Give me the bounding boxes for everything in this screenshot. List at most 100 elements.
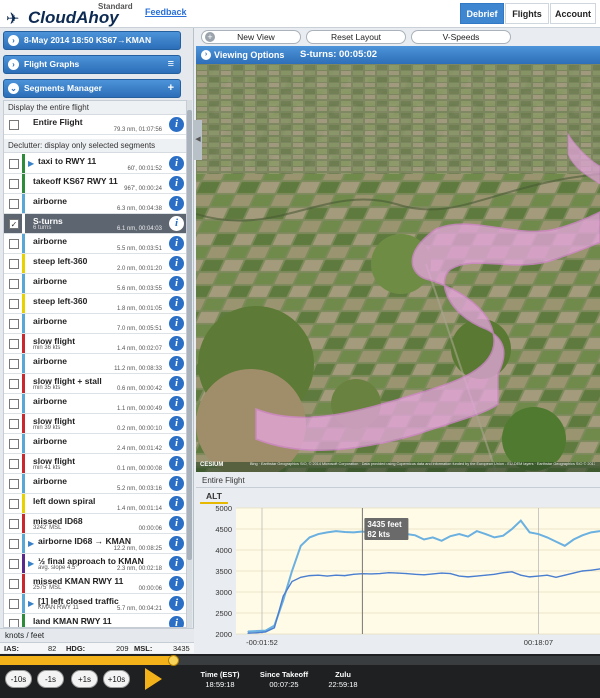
info-icon[interactable]: i (169, 316, 184, 331)
entire-flight-row[interactable]: Entire Flight 79.3 nm, 01:07:56 i (4, 115, 186, 135)
segment-row[interactable]: missed KMAN RWY 11 2575' MSL 00:00:06 i (4, 574, 186, 594)
segment-row[interactable]: ▶ ½ final approach to KMAN avg. slope 4.5°… (4, 554, 186, 574)
collapse-panel-handle[interactable]: ◀ (194, 120, 202, 160)
flight-selector-bar[interactable]: › 8-May 2014 18:50 KS67→KMAN (3, 31, 181, 50)
expand-arrow-icon[interactable]: ▶ (28, 559, 34, 568)
info-icon[interactable]: i (169, 156, 184, 171)
nav-debrief[interactable]: Debrief (460, 3, 504, 24)
segment-row[interactable]: takeoff KS67 RWY 11 967', 00:00:24 i (4, 174, 186, 194)
segment-row[interactable]: airborne 6.3 nm, 00:04:38 i (4, 194, 186, 214)
segment-checkbox[interactable] (9, 499, 19, 509)
reset-layout-button[interactable]: Reset Layout (306, 30, 406, 44)
back-10s-button[interactable]: -10s (5, 670, 32, 688)
info-icon[interactable]: i (169, 196, 184, 211)
segment-checkbox[interactable] (9, 279, 19, 289)
info-icon[interactable]: i (169, 396, 184, 411)
segment-checkbox[interactable] (9, 199, 19, 209)
info-icon[interactable]: i (169, 117, 184, 132)
segment-row[interactable]: airborne 11.2 nm, 00:08:33 i (4, 354, 186, 374)
segment-checkbox[interactable] (9, 259, 19, 269)
info-icon[interactable]: i (169, 176, 184, 191)
segment-row[interactable]: ▶ airborne ID68 → KMAN 12.2 nm, 00:08:25 i (4, 534, 186, 554)
segment-checkbox[interactable] (9, 159, 19, 169)
info-icon[interactable]: i (169, 576, 184, 591)
info-icon[interactable]: i (169, 256, 184, 271)
altitude-graph[interactable]: 2000 2500 3000 3500 4000 4500 5000 -00:01:52 00… (196, 504, 600, 656)
segment-row[interactable]: ✓ S-turns 6 turns 6.1 nm, 00:04:03 i (4, 214, 186, 234)
segment-checkbox[interactable] (9, 399, 19, 409)
segment-checkbox[interactable]: ✓ (9, 219, 19, 229)
segment-row[interactable]: slow flight min 36 kts 1.4 nm, 00:02:07 i (4, 334, 186, 354)
segment-row[interactable]: ▶ [1] left closed traffic KMAN RWY 11 5.7 n… (4, 594, 186, 614)
3d-flight-view[interactable] (196, 64, 600, 472)
cloudahoy-logo[interactable]: ✈ CloudAhoy Standard (6, 2, 156, 28)
segment-checkbox[interactable] (9, 619, 19, 627)
segment-checkbox[interactable] (9, 559, 19, 569)
segment-checkbox[interactable] (9, 359, 19, 369)
play-icon[interactable] (145, 668, 162, 690)
segment-row[interactable]: steep left-360 1.8 nm, 00:01:05 i (4, 294, 186, 314)
expand-arrow-icon[interactable]: ▶ (28, 159, 34, 168)
expand-arrow-icon[interactable]: ▶ (28, 539, 34, 548)
segment-row[interactable]: missed ID68 3242' MSL 00:00:06 i (4, 514, 186, 534)
menu-icon[interactable]: ≡ (168, 56, 174, 73)
segment-checkbox[interactable] (9, 419, 19, 429)
flight-graphs-bar[interactable]: › Flight Graphs ≡ (3, 55, 181, 74)
segment-row[interactable]: steep left-360 2.0 nm, 00:01:20 i (4, 254, 186, 274)
timeline-track[interactable] (0, 655, 600, 666)
segment-checkbox[interactable] (9, 120, 19, 130)
segment-checkbox[interactable] (9, 599, 19, 609)
segment-row[interactable]: airborne 5.2 nm, 00:03:16 i (4, 474, 186, 494)
info-icon[interactable]: i (169, 296, 184, 311)
chevron-right-icon[interactable]: › (201, 50, 211, 60)
segment-row[interactable]: airborne 2.4 nm, 00:01:42 i (4, 434, 186, 454)
vspeeds-button[interactable]: V-Speeds (411, 30, 511, 44)
segment-row[interactable]: airborne 7.0 nm, 00:05:51 i (4, 314, 186, 334)
segment-checkbox[interactable] (9, 319, 19, 329)
segment-checkbox[interactable] (9, 339, 19, 349)
alt-tab[interactable]: ALT (200, 490, 228, 504)
segment-checkbox[interactable] (9, 299, 19, 309)
segment-row[interactable]: airborne 5.6 nm, 00:03:55 i (4, 274, 186, 294)
info-icon[interactable]: i (169, 536, 184, 551)
segment-row[interactable]: left down spiral 1.4 nm, 00:01:14 i (4, 494, 186, 514)
info-icon[interactable]: i (169, 516, 184, 531)
segment-checkbox[interactable] (9, 539, 19, 549)
info-icon[interactable]: i (169, 436, 184, 451)
expand-arrow-icon[interactable]: ▶ (28, 599, 34, 608)
info-icon[interactable]: i (169, 456, 184, 471)
info-icon[interactable]: i (169, 476, 184, 491)
segment-checkbox[interactable] (9, 239, 19, 249)
segment-checkbox[interactable] (9, 519, 19, 529)
forward-10s-button[interactable]: +10s (103, 670, 130, 688)
info-icon[interactable]: i (169, 356, 184, 371)
segment-checkbox[interactable] (9, 459, 19, 469)
segment-checkbox[interactable] (9, 179, 19, 189)
info-icon[interactable]: i (169, 496, 184, 511)
scrollbar-thumb[interactable] (187, 110, 192, 560)
info-icon[interactable]: i (169, 616, 184, 627)
back-1s-button[interactable]: -1s (37, 670, 64, 688)
nav-flights[interactable]: Flights (505, 3, 549, 24)
info-icon[interactable]: i (169, 556, 184, 571)
info-icon[interactable]: i (169, 376, 184, 391)
segment-checkbox[interactable] (9, 479, 19, 489)
info-icon[interactable]: i (169, 236, 184, 251)
info-icon[interactable]: i (169, 416, 184, 431)
segment-row[interactable]: slow flight + stall min 35 kts 0.6 nm, 00:… (4, 374, 186, 394)
forward-1s-button[interactable]: +1s (71, 670, 98, 688)
segment-checkbox[interactable] (9, 379, 19, 389)
add-segment-icon[interactable]: + (168, 80, 174, 97)
feedback-link[interactable]: Feedback (145, 7, 187, 17)
segments-manager-bar[interactable]: ⌄ Segments Manager + (3, 79, 181, 98)
segment-row[interactable]: airborne 1.1 nm, 00:00:49 i (4, 394, 186, 414)
segments-scrollbar[interactable] (187, 100, 192, 628)
segment-row[interactable]: airborne 5.5 nm, 00:03:51 i (4, 234, 186, 254)
info-icon[interactable]: i (169, 336, 184, 351)
info-icon[interactable]: i (169, 596, 184, 611)
viewing-options-button[interactable]: Viewing Options (214, 46, 284, 64)
segment-checkbox[interactable] (9, 439, 19, 449)
nav-account[interactable]: Account (550, 3, 596, 24)
segment-row[interactable]: ▶ taxi to RWY 11 60', 00:01:52 i (4, 154, 186, 174)
new-view-button[interactable]: + New View (201, 30, 301, 44)
